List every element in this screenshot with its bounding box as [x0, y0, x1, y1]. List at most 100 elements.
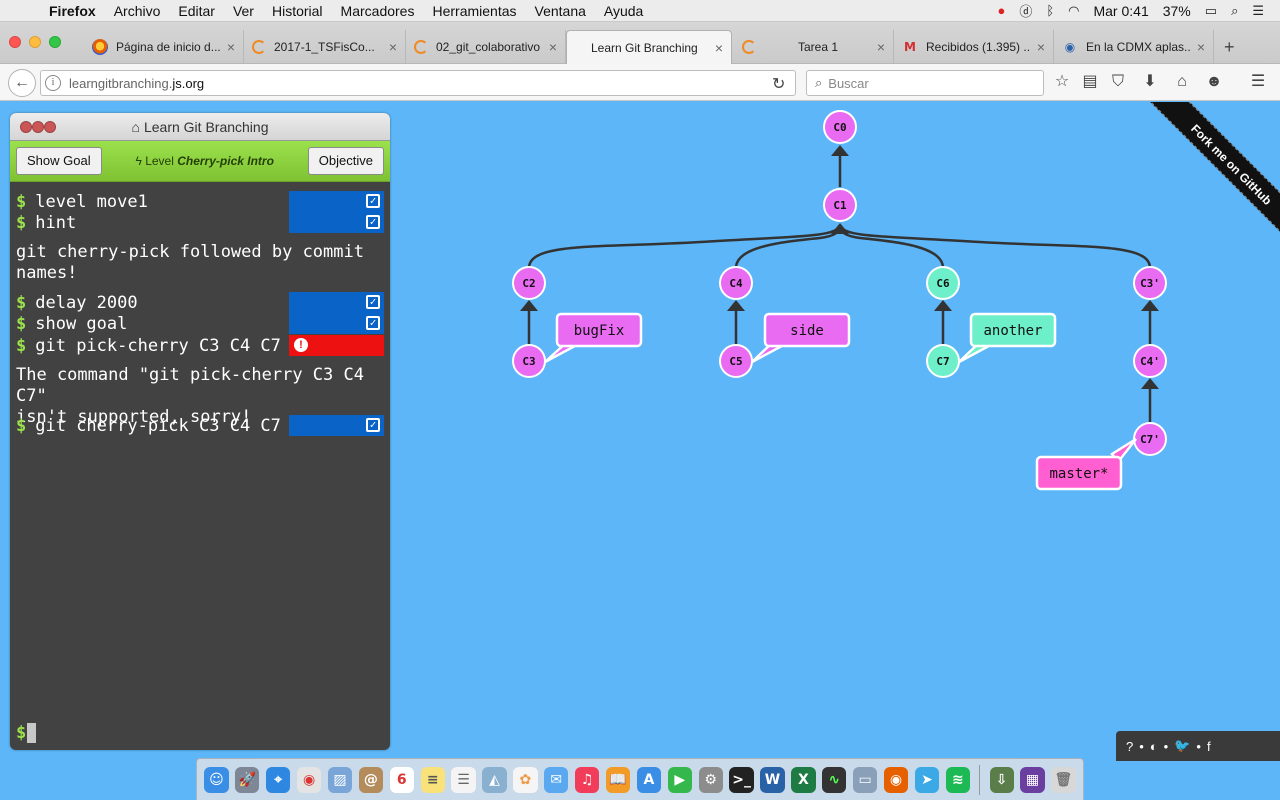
messages-icon[interactable]: ✉ [544, 766, 569, 793]
launchpad-icon[interactable]: 🚀 [235, 766, 260, 793]
commit-node[interactable]: C4 [719, 266, 753, 300]
clock[interactable]: Mar 0:41 [1093, 3, 1148, 19]
tab-tarea-1[interactable]: Tarea 1 × [734, 30, 894, 64]
notification-center-icon[interactable]: ☰ [1252, 3, 1264, 19]
window-close-button[interactable] [9, 36, 21, 48]
reload-icon[interactable]: ↻ [772, 74, 785, 94]
close-icon[interactable]: × [549, 39, 557, 55]
menu-ver[interactable]: Ver [224, 3, 263, 19]
documents-stack-icon[interactable]: ▦ [1020, 766, 1045, 793]
downloads-stack-icon[interactable]: ⇩ [989, 766, 1014, 793]
ribbon-label[interactable]: Fork me on GitHub [1144, 102, 1280, 252]
commit-node[interactable]: C7' [1133, 422, 1167, 456]
app-store-icon[interactable]: A [636, 766, 662, 793]
branch-label-master[interactable]: master* [1035, 437, 1137, 491]
spotlight-icon[interactable]: ⌕ [1231, 3, 1238, 19]
close-icon[interactable]: × [1197, 39, 1205, 55]
menu-herramientas[interactable]: Herramientas [423, 3, 525, 19]
firefox-icon[interactable]: ◉ [883, 766, 909, 793]
terminal-icon[interactable]: >_ [729, 766, 754, 793]
new-tab-icon[interactable]: + [1224, 37, 1235, 58]
facetime-icon[interactable]: ▶ [667, 766, 692, 793]
fork-me-ribbon[interactable]: Fork me on GitHub [1110, 102, 1280, 272]
tab-tsfisco[interactable]: 2017-1_TSFisCo... × [244, 30, 406, 64]
reminders-icon[interactable]: ☰ [451, 766, 476, 793]
hamburger-menu-icon[interactable]: ☰ [1248, 72, 1268, 92]
objective-button[interactable]: Objective [307, 147, 384, 175]
system-preferences-icon[interactable]: ⚙ [698, 766, 723, 793]
dropbox-icon[interactable]: ⓓ [1019, 1, 1032, 20]
battery-percent[interactable]: 37% [1163, 3, 1191, 19]
preview-icon[interactable]: ▨ [327, 766, 353, 793]
chrome-icon[interactable]: ◉ [296, 766, 322, 793]
commit-node[interactable]: C7 [926, 344, 960, 378]
home-icon[interactable]: ⌂ [1172, 72, 1192, 92]
calendar-icon[interactable]: 6 [389, 766, 414, 793]
window-minimize-button[interactable] [29, 36, 41, 48]
close-icon[interactable]: × [389, 39, 397, 55]
close-icon[interactable]: × [227, 39, 235, 55]
commit-node[interactable]: C4' [1133, 344, 1167, 378]
menu-archivo[interactable]: Archivo [105, 3, 170, 19]
menu-historial[interactable]: Historial [263, 3, 332, 19]
commit-node[interactable]: C2 [512, 266, 546, 300]
telegram-icon[interactable]: ➤ [914, 766, 940, 793]
commit-node[interactable]: C0 [823, 110, 857, 144]
trash-icon[interactable]: 🗑 [1051, 766, 1076, 793]
image-capture-icon[interactable]: ▭ [853, 766, 878, 793]
word-icon[interactable]: W [760, 766, 785, 793]
help-icon[interactable]: ? [1126, 739, 1133, 754]
language-icon[interactable]: ◐ [1150, 739, 1158, 754]
notes-icon[interactable]: ≡ [420, 766, 445, 793]
tab-label: 02_git_colaborativo [436, 40, 541, 54]
itunes-icon[interactable]: ♫ [574, 766, 600, 793]
bluetooth-icon[interactable]: ᛒ [1046, 3, 1054, 18]
bookmark-star-icon[interactable]: ☆ [1052, 72, 1072, 92]
safari-icon[interactable]: ⌖ [266, 766, 291, 793]
close-icon[interactable]: × [715, 40, 723, 56]
contacts-icon[interactable]: @ [358, 766, 384, 793]
commit-node[interactable]: C1 [823, 188, 857, 222]
command-input[interactable]: $ [16, 723, 37, 743]
tab-pagina-inicio[interactable]: Página de inicio d... × [84, 30, 244, 64]
excel-icon[interactable]: X [791, 766, 816, 793]
branch-label-side[interactable]: side [751, 312, 851, 364]
facebook-icon[interactable]: f [1207, 739, 1211, 754]
commit-node[interactable]: C5 [719, 344, 753, 378]
photos-icon[interactable]: ✿ [513, 766, 538, 793]
commit-node[interactable]: C6 [926, 266, 960, 300]
finder-icon[interactable]: ☺ [204, 766, 229, 793]
menu-marcadores[interactable]: Marcadores [332, 3, 424, 19]
branch-label-bugfix[interactable]: bugFix [544, 312, 643, 364]
tab-cdmx[interactable]: ◉ En la CDMX aplas... × [1054, 30, 1214, 64]
search-input[interactable]: ⌕ Buscar [806, 70, 1044, 96]
menu-editar[interactable]: Editar [169, 3, 224, 19]
ibooks-icon[interactable]: 📖 [605, 766, 631, 793]
tab-git-colaborativo[interactable]: 02_git_colaborativo × [406, 30, 566, 64]
close-icon[interactable]: × [877, 39, 885, 55]
reading-list-icon[interactable]: ▤ [1080, 72, 1100, 92]
close-icon[interactable]: × [1037, 39, 1045, 55]
hello-icon[interactable]: ☻ [1204, 72, 1224, 92]
tab-learn-git-branching[interactable]: Learn Git Branching × [566, 30, 732, 65]
maps-icon[interactable]: ◭ [482, 766, 507, 793]
branch-label-another[interactable]: another [958, 312, 1057, 364]
url-bar[interactable]: i learngitbranching. js.org [40, 70, 796, 96]
mouse-status-icon[interactable]: ● [997, 3, 1005, 18]
battery-icon[interactable]: ▭ [1205, 3, 1217, 19]
pocket-icon[interactable]: ⛉ [1108, 72, 1128, 92]
commit-node[interactable]: C3 [512, 344, 546, 378]
tab-gmail[interactable]: M Recibidos (1.395) ... × [894, 30, 1054, 64]
downloads-icon[interactable]: ⬇ [1140, 72, 1160, 92]
window-maximize-button[interactable] [49, 36, 61, 48]
twitter-icon[interactable]: 🐦 [1174, 738, 1190, 754]
wifi-icon[interactable]: ◠ [1068, 3, 1079, 19]
show-goal-button[interactable]: Show Goal [16, 147, 102, 175]
activity-monitor-icon[interactable]: ∿ [822, 766, 847, 793]
menu-ventana[interactable]: Ventana [526, 3, 595, 19]
menu-app-name[interactable]: Firefox [40, 3, 105, 19]
back-button[interactable]: ← [8, 69, 36, 97]
info-icon[interactable]: i [45, 75, 61, 91]
spotify-icon[interactable]: ≋ [945, 766, 970, 793]
menu-ayuda[interactable]: Ayuda [595, 3, 652, 19]
